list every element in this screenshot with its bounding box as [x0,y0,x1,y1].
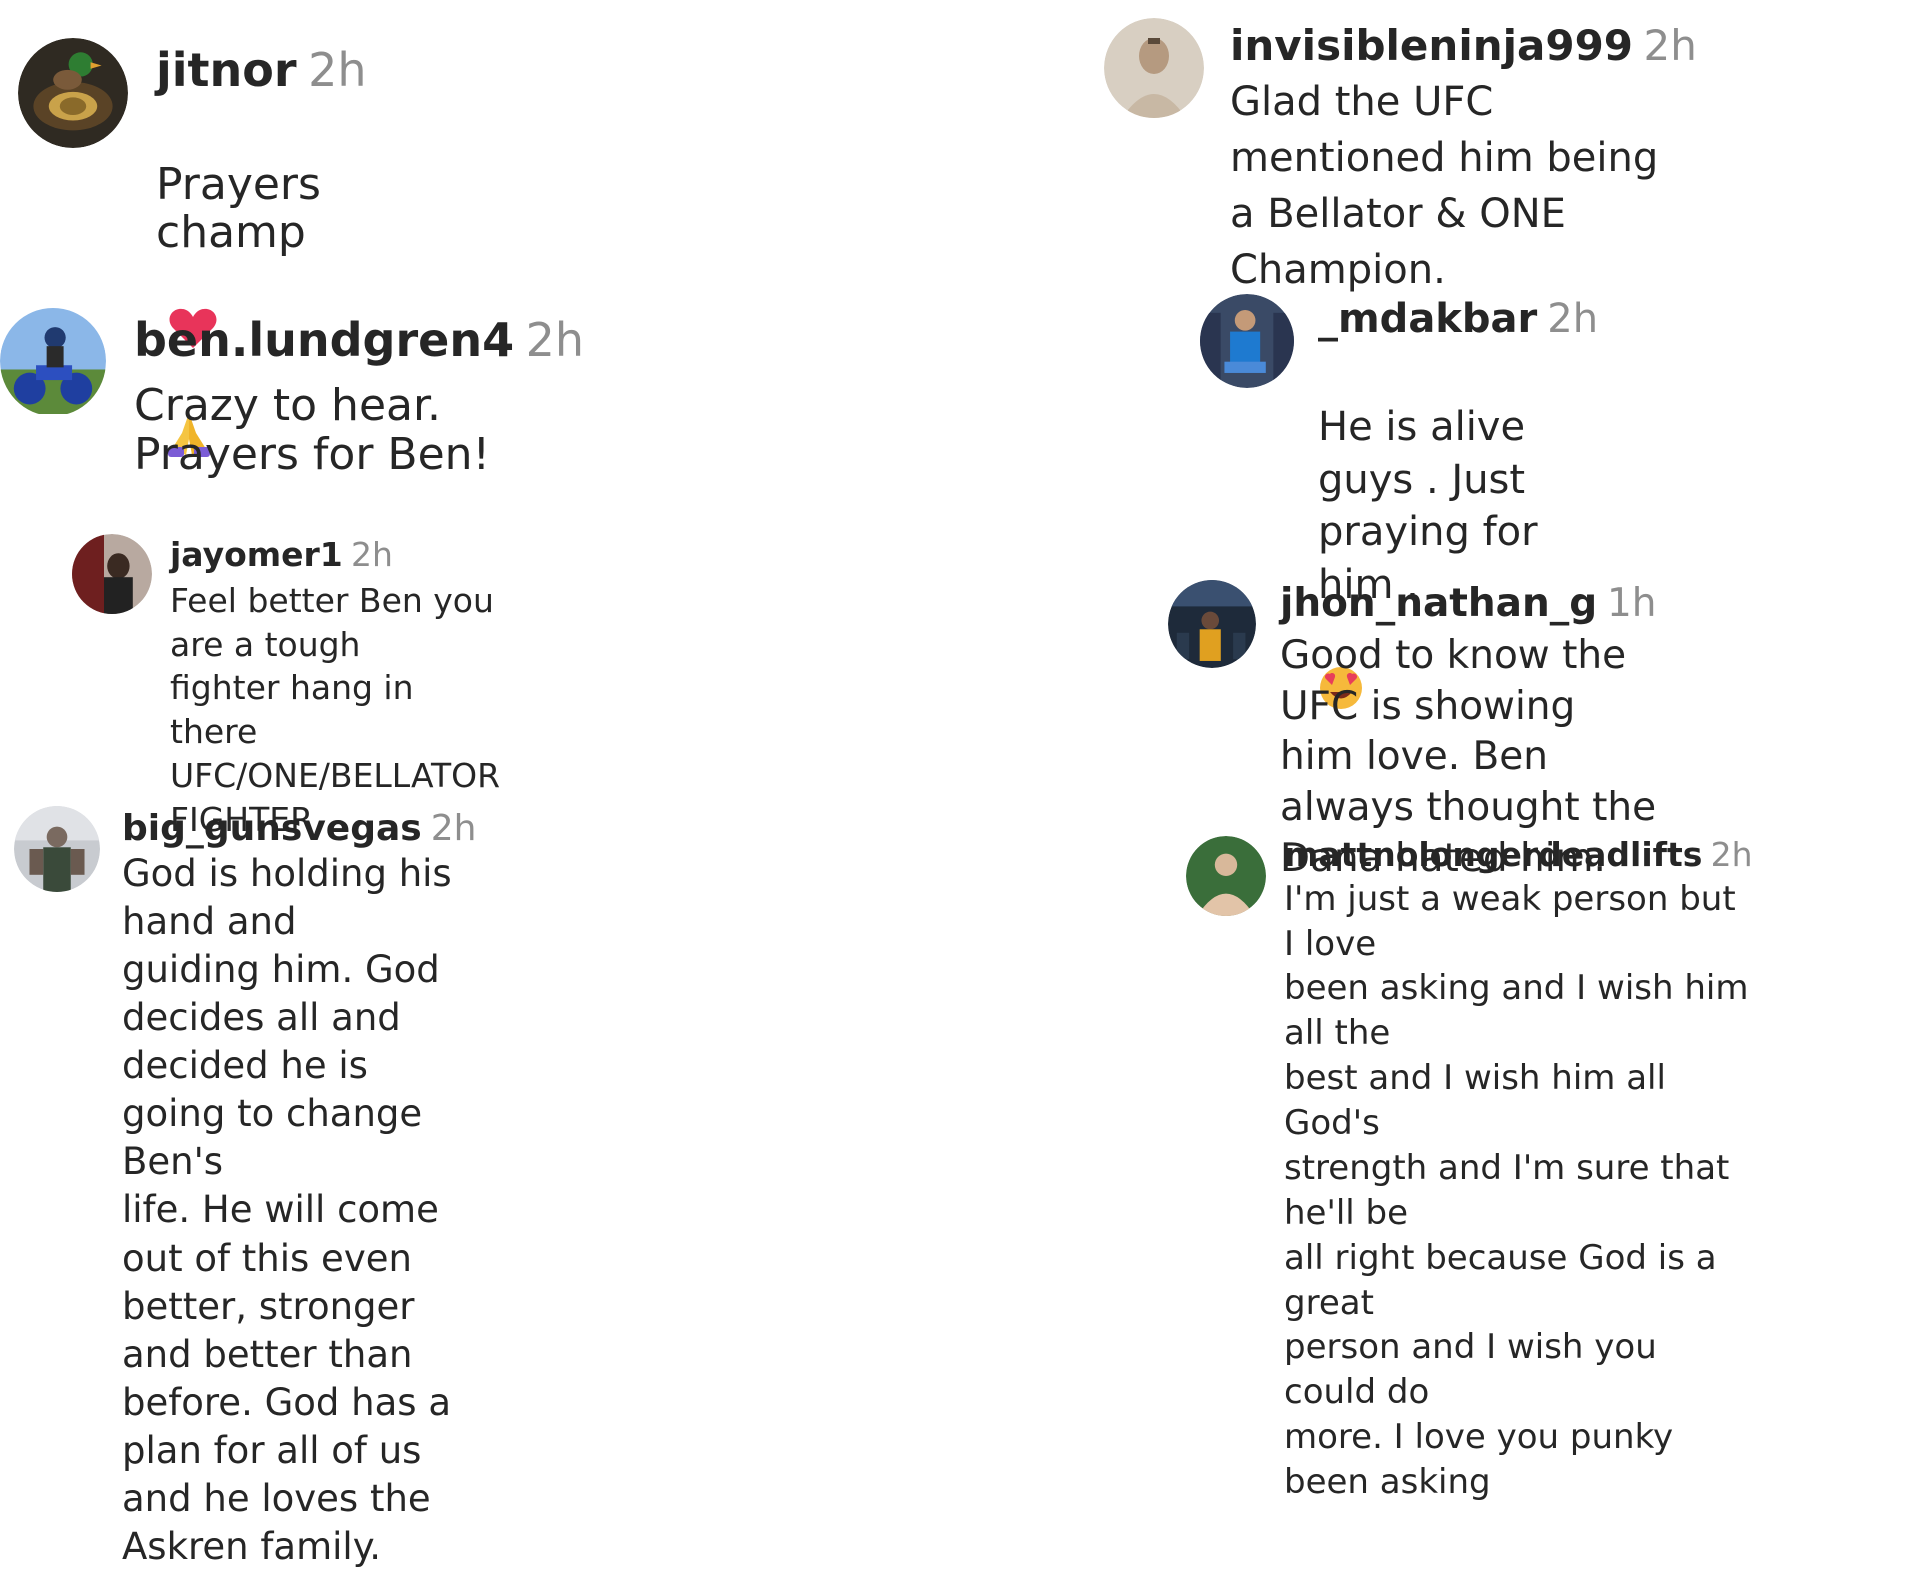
comment-text: Crazy to hear. Prayers for Ben! [134,380,491,480]
avatar[interactable] [1186,836,1266,916]
avatar[interactable] [1168,580,1256,668]
comment-text: Feel better Ben you are a tough fighter … [170,580,501,840]
avatar[interactable] [1104,18,1204,118]
comment-text: I'm just a weak person but I love been a… [1284,878,1749,1503]
comment-text: He is alive guys . Just praying for him … [1318,403,1538,609]
avatar[interactable] [0,306,106,416]
avatar[interactable] [1200,294,1294,388]
comment-timestamp[interactable]: 2h [431,808,477,849]
comment-timestamp[interactable]: 2h [526,313,584,367]
comment-username[interactable]: _mdakbar [1318,296,1537,342]
avatar[interactable] [18,38,128,148]
comment-username[interactable]: ben.lundgren4 [134,313,514,367]
comment-username[interactable]: jayomer1 [170,535,343,574]
avatar[interactable] [14,806,100,892]
comment-text: God is holding his hand and guiding him.… [122,851,452,1569]
comment-username[interactable]: jitnor [156,43,297,97]
comment-timestamp[interactable]: 2h [308,43,366,97]
comment-text: Glad the UFC mentioned him being a Bella… [1230,79,1659,294]
comment-username[interactable]: invisibleninja999 [1230,21,1633,70]
comment-timestamp[interactable]: 2h [351,535,393,574]
avatar[interactable] [72,534,152,614]
comment-timestamp[interactable]: 1h [1607,581,1657,626]
comment-timestamp[interactable]: 2h [1644,21,1697,70]
comment-timestamp[interactable]: 2h [1711,835,1753,874]
comment-text: Prayers champ [156,158,321,259]
comment-timestamp[interactable]: 2h [1547,296,1598,342]
comment-username[interactable]: mattnolongerdeadlifts [1284,835,1702,874]
comment-username[interactable]: jhon_nathan_g [1280,581,1597,626]
comment-username[interactable]: big_gunsvegas [122,808,422,849]
